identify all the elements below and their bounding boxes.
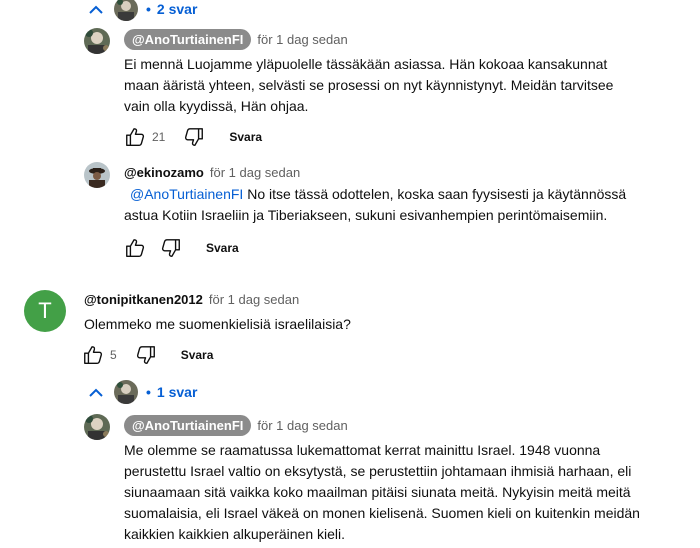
mini-avatar [114, 380, 138, 404]
comment-actions: 5 Svara [82, 344, 213, 366]
reply-meta: @AnoTurtiainenFI för 1 dag sedan [124, 415, 348, 436]
timestamp[interactable]: för 1 dag sedan [210, 165, 300, 180]
avatar[interactable] [84, 28, 110, 54]
comment-actions: 21 Svara [124, 126, 262, 148]
separator-dot: • [146, 384, 151, 400]
text-line: perustettu Israel valtio on eksytystä, s… [124, 463, 632, 479]
text-line: Me olemme se raamatussa lukemattomat ker… [124, 442, 601, 458]
text-line: kaikkien kaikkien alkuperäinen kieli. [124, 526, 346, 542]
text-line: @AnoTurtiainenFI No itse tässä odottelen… [124, 184, 684, 205]
thumb-up-icon[interactable] [82, 344, 104, 366]
comment-text: Me olemme se raamatussa lukemattomat ker… [124, 440, 690, 545]
text-span: No itse tässä odottelen, koska saan fyys… [243, 186, 627, 202]
timestamp[interactable]: för 1 dag sedan [257, 418, 347, 433]
timestamp[interactable]: för 1 dag sedan [257, 32, 347, 47]
avatar-letter: T [38, 298, 52, 323]
timestamp[interactable]: för 1 dag sedan [209, 292, 299, 307]
like-count: 21 [152, 130, 166, 144]
replies-toggle[interactable]: • 2 svar [88, 0, 197, 21]
like-count: 5 [110, 348, 117, 362]
avatar[interactable] [84, 162, 110, 188]
separator-dot: • [146, 1, 151, 17]
comment-text: @AnoTurtiainenFI No itse tässä odottelen… [124, 184, 684, 226]
text-line: vain olla kyydissä, Hän ohjaa. [124, 98, 309, 114]
author-handle-chip[interactable]: @AnoTurtiainenFI [124, 415, 252, 436]
replies-count: 2 svar [156, 1, 198, 17]
comment-text: Ei mennä Luojamme yläpuolelle tässäkään … [124, 54, 684, 117]
comment-meta: @tonipitkanen2012 för 1 dag sedan [84, 292, 299, 307]
thumb-down-icon[interactable] [160, 237, 182, 259]
reply-button[interactable]: Svara [181, 348, 214, 362]
thumb-down-icon[interactable] [183, 126, 205, 148]
text-line: suomalaisia, eli Israel väkeä on monen k… [124, 505, 640, 521]
author-handle[interactable]: @tonipitkanen2012 [84, 292, 203, 307]
text-line: astua Kotiin Israeliin ja Tiberiakseen, … [124, 207, 608, 223]
mention-link[interactable]: @AnoTurtiainenFI [130, 186, 243, 202]
thumb-up-icon[interactable] [124, 126, 146, 148]
mini-avatar [114, 0, 138, 21]
reply-button[interactable]: Svara [229, 130, 262, 144]
chevron-up-icon [89, 5, 103, 14]
text-line: maan ääristä yhteen, selvästi se prosess… [124, 77, 614, 93]
text-line: siunaamaan sitä vaikka koko maailman pit… [124, 484, 631, 500]
chevron-up-icon [89, 388, 103, 397]
reply-meta: @ekinozamo för 1 dag sedan [124, 165, 300, 180]
thumb-down-icon[interactable] [135, 344, 157, 366]
text-line: Ei mennä Luojamme yläpuolelle tässäkään … [124, 56, 608, 72]
thumb-up-icon[interactable] [124, 237, 146, 259]
reply-meta: @AnoTurtiainenFI för 1 dag sedan [124, 29, 348, 50]
comment-actions: Svara [124, 237, 239, 259]
replies-toggle[interactable]: • 1 svar [88, 380, 197, 404]
author-handle-chip[interactable]: @AnoTurtiainenFI [124, 29, 252, 50]
author-handle[interactable]: @ekinozamo [124, 165, 204, 180]
avatar[interactable] [84, 414, 110, 440]
replies-count: 1 svar [156, 384, 198, 400]
reply-button[interactable]: Svara [206, 241, 239, 255]
comment-text: Olemmeko me suomenkielisiä israelilaisia… [84, 316, 351, 332]
avatar[interactable]: T [24, 290, 66, 332]
